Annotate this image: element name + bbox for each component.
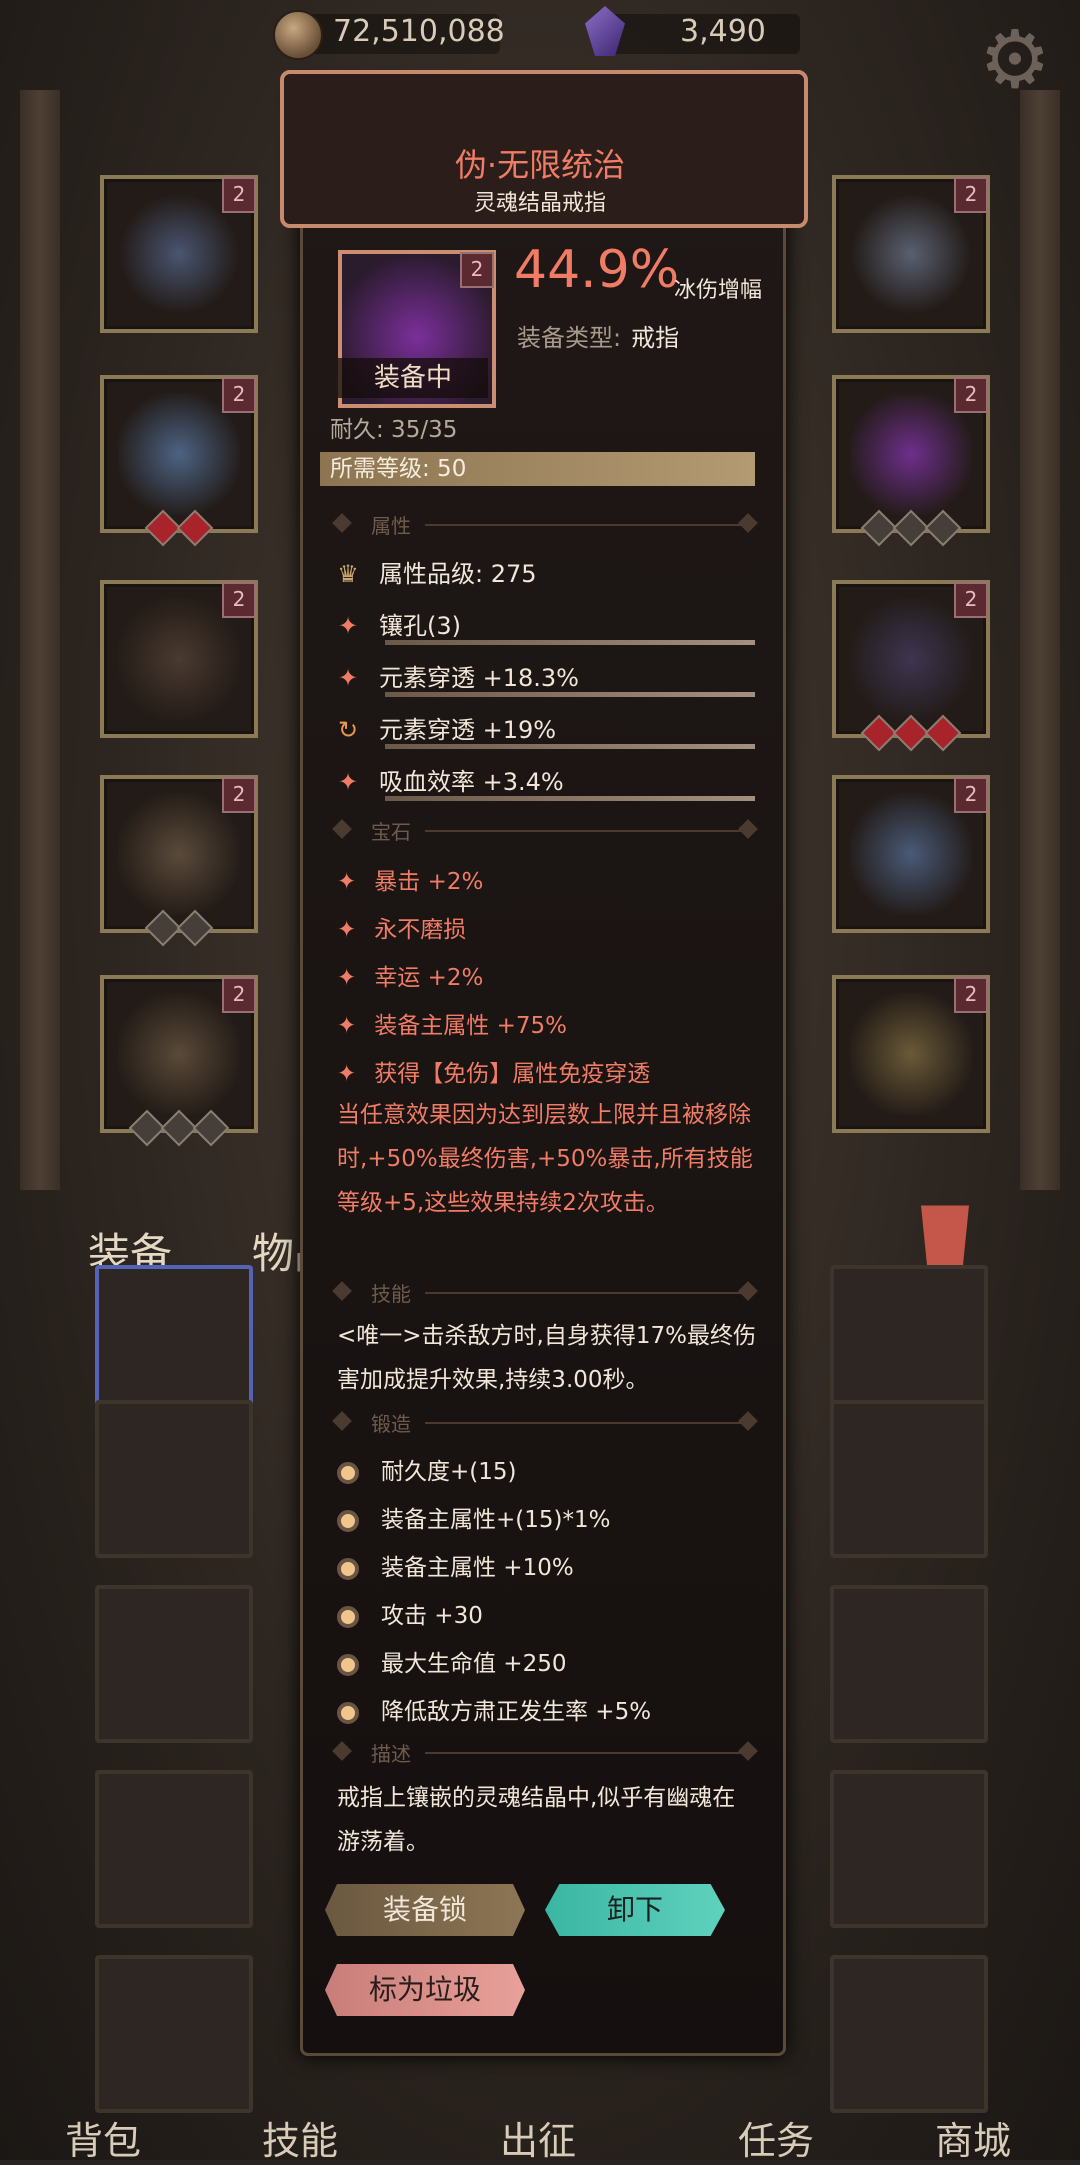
main-stat-value: 44.9% <box>514 240 680 300</box>
nav-quests[interactable]: 任务 <box>738 2110 814 2165</box>
nav-bag[interactable]: 背包 <box>65 2110 141 2165</box>
section-forge: 锻造 <box>332 1410 758 1436</box>
gold-amount: 72,510,088 <box>333 14 505 49</box>
section-attributes: 属性 <box>332 512 758 538</box>
wood-frame-left <box>20 90 60 1190</box>
forge-line: 装备主属性+(15)*1% <box>337 1500 610 1534</box>
crystal-amount: 3,490 <box>680 14 766 49</box>
equip-lock-button[interactable]: 装备锁 <box>325 1884 525 1936</box>
unequip-button[interactable]: 卸下 <box>545 1884 725 1936</box>
attribute-line: ♛ 属性品级: 275 <box>337 560 537 588</box>
inventory-slot[interactable] <box>95 1955 253 2113</box>
attribute-line: ✦ 镶孔(3) <box>337 612 461 640</box>
slot-book[interactable]: 2 <box>832 975 990 1133</box>
gem-line: ✦ 获得【免伤】属性免疫穿透 <box>337 1061 651 1087</box>
section-description: 描述 <box>332 1740 758 1766</box>
slot-ring[interactable]: 2 <box>832 375 990 547</box>
slot-weapon[interactable]: 2 <box>832 775 990 933</box>
forge-line: 最大生命值 +250 <box>337 1644 566 1678</box>
slot-gloves[interactable]: 2 <box>100 580 258 738</box>
slot-armor[interactable]: 2 <box>100 375 258 547</box>
description-text: 戒指上镶嵌的灵魂结晶中,似乎有幽魂在游荡着。 <box>337 1785 736 1855</box>
attribute-line: ↻ 元素穿透 +19% <box>337 716 557 744</box>
gear-icon[interactable]: ⚙ <box>975 20 1055 100</box>
attribute-bar <box>385 640 755 645</box>
gem-effect-text: 当任意效果因为达到层数上限并且被移除时,+50%最终伤害,+50%暴击,所有技能… <box>337 1102 753 1216</box>
attribute-line: ✦ 吸血效率 +3.4% <box>337 768 564 796</box>
inventory-slot[interactable] <box>830 1400 988 1558</box>
gem-line: ✦ 暴击 +2% <box>337 869 484 895</box>
slot-pants[interactable]: 2 <box>100 775 258 947</box>
gem-line: ✦ 永不磨损 <box>337 917 467 943</box>
inventory-slot[interactable] <box>95 1585 253 1743</box>
nav-expedition[interactable]: 出征 <box>500 2110 576 2165</box>
inventory-slot[interactable] <box>95 1770 253 1928</box>
attribute-bar <box>385 692 755 697</box>
inventory-slot[interactable] <box>830 1770 988 1928</box>
forge-line: 耐久度+(15) <box>337 1452 516 1486</box>
equipped-label: 装备中 <box>338 358 488 398</box>
forge-line: 装备主属性 +10% <box>337 1548 574 1582</box>
nav-shop[interactable]: 商城 <box>935 2110 1011 2165</box>
mark-trash-button[interactable]: 标为垃圾 <box>325 1964 525 2016</box>
gold-coin-icon <box>273 10 323 60</box>
top-bar: 72,510,088 3,490 ⚙ <box>0 0 1080 100</box>
forge-line: 降低敌方肃正发生率 +5% <box>337 1692 651 1726</box>
slot-bracelet[interactable]: 2 <box>832 580 990 752</box>
required-level: 所需等级: 50 <box>320 452 755 486</box>
item-name: 伪·无限统治 <box>454 146 626 184</box>
section-skill: 技能 <box>332 1280 758 1306</box>
gem-line: ✦ 幸运 +2% <box>337 965 484 991</box>
gem-line: ✦ 装备主属性 +75% <box>337 1013 567 1039</box>
attribute-line: ✦ 元素穿透 +18.3% <box>337 664 579 692</box>
forge-line: 攻击 +30 <box>337 1596 483 1630</box>
equip-type: 装备类型: 戒指 <box>517 324 680 352</box>
main-stat-label: 冰伤增幅 <box>674 278 763 303</box>
nav-skills[interactable]: 技能 <box>262 2110 338 2165</box>
section-gems: 宝石 <box>332 818 758 844</box>
attribute-bar <box>385 744 755 749</box>
inventory-slot[interactable] <box>95 1400 253 1558</box>
attribute-bar <box>385 796 755 801</box>
item-subtitle: 灵魂结晶戒指 <box>473 191 606 216</box>
inventory-slot[interactable] <box>830 1585 988 1743</box>
durability: 耐久: 35/35 <box>330 417 458 443</box>
skill-text: <唯一>击杀敌方时,自身获得17%最终伤害加成提升效果,持续3.00秒。 <box>337 1323 756 1393</box>
slot-boots[interactable]: 2 <box>100 975 258 1147</box>
wood-frame-right <box>1020 90 1060 1190</box>
inventory-slot[interactable] <box>830 1955 988 2113</box>
